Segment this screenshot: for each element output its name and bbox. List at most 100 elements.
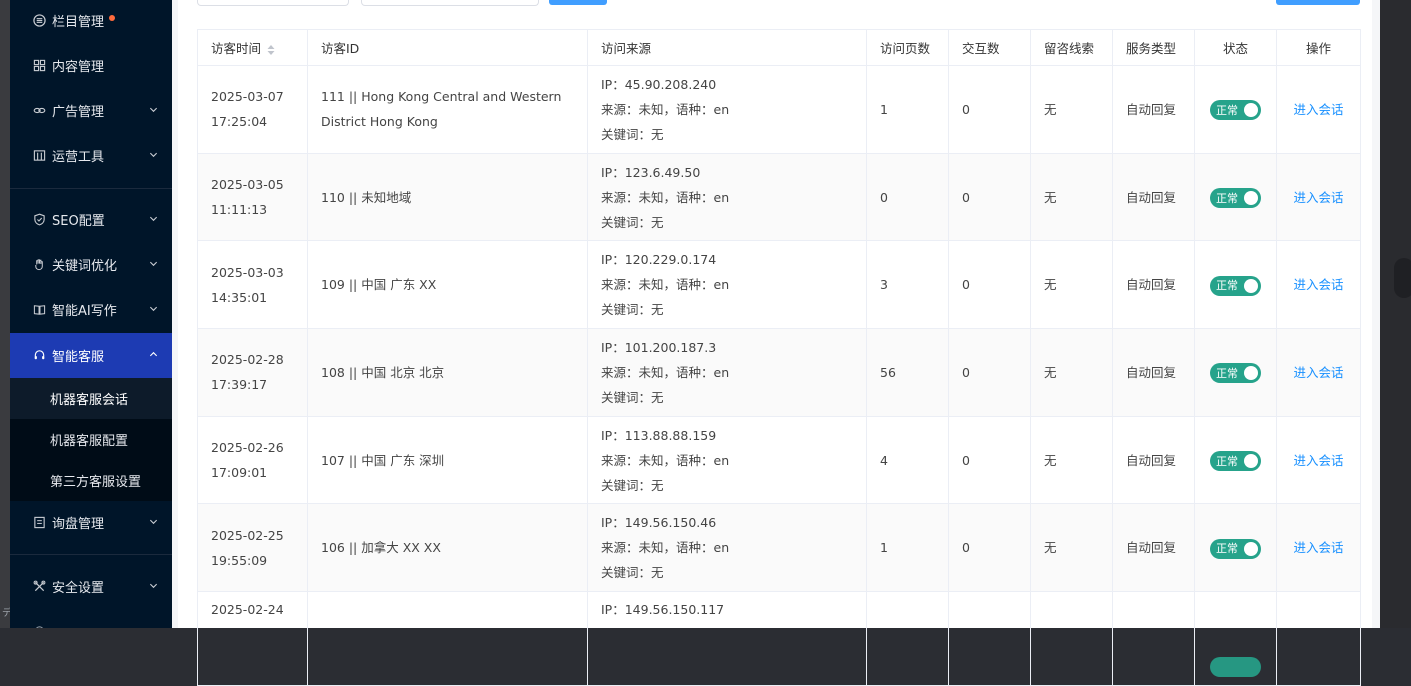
table-header-row: 访客时间 访客ID 访问来源 访问页数 交互数 留咨线索 服务类型 状态 操作	[197, 29, 1361, 66]
table-row: 2025-03-07 17:25:04 111 || Hong Kong Centr…	[197, 65, 1361, 154]
table-row: 2025-03-05 11:11:13 110 || 未知地域 IP：123.6.49…	[197, 152, 1361, 242]
filter-input-2[interactable]	[361, 0, 539, 6]
cell-service-type	[1112, 591, 1195, 686]
enter-session-link[interactable]: 进入会话	[1293, 540, 1343, 555]
cell-interactions: 0	[948, 503, 1031, 593]
status-toggle[interactable]: 正常	[1210, 275, 1261, 296]
tool-icon	[32, 149, 46, 163]
cell-visit-time: 2025-02-25 19:55:09	[197, 503, 308, 593]
cell-action	[1276, 591, 1361, 686]
enter-session-link[interactable]: 进入会话	[1293, 453, 1343, 468]
sidebar-item-keyword-optimization[interactable]: 关键词优化	[10, 242, 172, 287]
headset-icon	[32, 349, 46, 363]
chevron-down-icon	[149, 306, 158, 312]
col-header-source: 访问来源	[587, 29, 867, 66]
smart-customer-service-submenu: 机器客服会话 机器客服配置 第三方客服设置	[10, 378, 172, 501]
visit-date: 2025-02-26	[211, 440, 284, 456]
sidebar-item-content-management[interactable]: 内容管理	[10, 43, 172, 88]
sidebar-item-seo-config[interactable]: SEO配置	[10, 197, 172, 242]
inbox-icon	[32, 516, 46, 530]
visit-clock: 17:09:01	[211, 465, 268, 481]
grid-icon	[32, 59, 46, 73]
source-keyword: 关键词：无	[601, 214, 664, 230]
cell-leads: 无	[1030, 240, 1113, 330]
status-toggle[interactable]: 正常	[1210, 188, 1261, 209]
source-origin: 来源：未知，语种：en	[601, 189, 730, 205]
toolbar-action-button[interactable]	[1276, 0, 1360, 5]
sidebar-item-operations-tools[interactable]: 运营工具	[10, 133, 172, 178]
enter-session-link[interactable]: 进入会话	[1293, 190, 1343, 205]
toggle-knob	[1244, 191, 1258, 206]
visit-clock: 19:55:09	[211, 552, 268, 568]
cell-action: 进入会话	[1276, 240, 1361, 330]
cell-visitor-id: 110 || 未知地域	[307, 152, 588, 242]
visitor-id-line: 110 || 未知地域	[321, 189, 412, 205]
cell-status: 正常	[1194, 415, 1277, 505]
cell-status: 正常	[1194, 65, 1277, 154]
table-row: 2025-02-28 17:39:17 108 || 中国 北京 北京 IP：101.…	[197, 328, 1361, 417]
table-row: 2025-02-25 19:55:09 106 || 加拿大 XX XX IP：149…	[197, 503, 1361, 593]
cell-status: 正常	[1194, 503, 1277, 593]
col-header-visit-time[interactable]: 访客时间	[197, 29, 308, 66]
cell-source: IP：149.56.150.117	[587, 591, 867, 686]
source-origin: 来源：未知，语种：en	[601, 277, 730, 293]
source-keyword: 关键词：无	[601, 565, 664, 581]
notification-dot	[109, 14, 116, 21]
cell-action: 进入会话	[1276, 415, 1361, 505]
status-toggle-label: 正常	[1216, 279, 1238, 293]
filter-input-1[interactable]	[197, 0, 349, 6]
chevron-down-icon	[149, 519, 158, 525]
visitor-id-line: 108 || 中国 北京 北京	[321, 364, 445, 380]
enter-session-link[interactable]: 进入会话	[1293, 277, 1343, 292]
cell-service-type: 自动回复	[1112, 415, 1195, 505]
visit-date: 2025-03-03	[211, 264, 284, 280]
status-toggle[interactable]	[1210, 657, 1261, 678]
sidebar-item-partial[interactable]	[10, 608, 172, 628]
source-ip: IP：123.6.49.50	[601, 164, 701, 180]
source-origin: 来源：未知，语种：en	[601, 540, 730, 556]
sort-icon[interactable]	[267, 44, 275, 56]
cell-visit-time: 2025-03-05 11:11:13	[197, 152, 308, 242]
status-toggle[interactable]: 正常	[1210, 538, 1261, 559]
scroll-handle[interactable]	[1394, 258, 1411, 298]
source-ip: IP：113.88.88.159	[601, 427, 717, 443]
sidebar-item-security-settings[interactable]: 安全设置	[10, 564, 172, 609]
sidebar-item-column-management[interactable]: 栏目管理	[10, 0, 172, 43]
enter-session-link[interactable]: 进入会话	[1293, 102, 1343, 117]
sidebar-item-inquiry-management[interactable]: 询盘管理	[10, 500, 172, 545]
sidebar-item-ai-writing[interactable]: 智能AI写作	[10, 287, 172, 332]
sidebar-item-smart-customer-service[interactable]: 智能客服	[10, 333, 172, 378]
toggle-knob	[1244, 278, 1258, 293]
cell-service-type: 自动回复	[1112, 152, 1195, 242]
sidebar-item-label: 内容管理	[52, 60, 105, 75]
sub-item-third-party-settings[interactable]: 第三方客服设置	[10, 460, 172, 501]
cell-pages	[866, 591, 949, 686]
search-button[interactable]	[549, 0, 607, 5]
col-header-service-type: 服务类型	[1112, 29, 1195, 66]
status-toggle[interactable]: 正常	[1210, 451, 1261, 472]
book-icon	[32, 303, 46, 317]
visitor-id-line: 107 || 中国 广东 深圳	[321, 452, 445, 468]
table-row: 2025-03-03 14:35:01 109 || 中国 广东 XX IP：120.…	[197, 240, 1361, 330]
cell-interactions: 0	[948, 240, 1031, 330]
col-header-status: 状态	[1194, 29, 1277, 66]
sidebar-item-label: 智能AI写作	[52, 304, 117, 319]
source-ip: IP：120.229.0.174	[601, 252, 717, 268]
sub-item-label: 第三方客服设置	[50, 475, 142, 490]
status-toggle[interactable]: 正常	[1210, 363, 1261, 384]
visit-clock: 17:39:17	[211, 377, 268, 393]
cell-interactions	[948, 591, 1031, 686]
cell-status	[1194, 591, 1277, 686]
enter-session-link[interactable]: 进入会话	[1293, 365, 1343, 380]
cell-source: IP：149.56.150.46 来源：未知，语种：en 关键词：无	[587, 503, 867, 593]
status-toggle[interactable]: 正常	[1210, 100, 1261, 121]
sub-item-bot-config[interactable]: 机器客服配置	[10, 419, 172, 460]
sidebar-item-label: 栏目管理	[52, 15, 105, 30]
link-icon	[32, 104, 46, 118]
sub-item-bot-sessions[interactable]: 机器客服会话	[10, 378, 172, 419]
window-right-edge	[1380, 0, 1411, 628]
sidebar-item-label: 关键词优化	[52, 259, 118, 274]
chevron-down-icon	[149, 216, 158, 222]
sidebar-item-ad-management[interactable]: 广告管理	[10, 88, 172, 133]
visitor-id-line: 106 || 加拿大 XX XX	[321, 540, 441, 556]
